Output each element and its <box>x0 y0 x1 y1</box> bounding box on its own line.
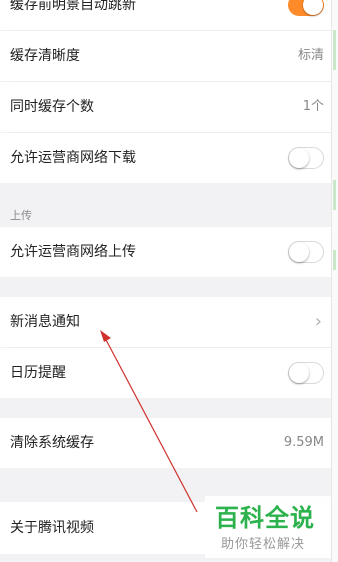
watermark-title: 百科全说 <box>215 504 315 532</box>
settings-screen: 缓存前明景自动跳新 缓存清晰度 标清 同时缓存个数 1个 允许运营商网络下载 上… <box>0 0 332 562</box>
annotation-arrow <box>100 330 198 513</box>
edge-mark <box>333 250 336 270</box>
annotation-arrow-line <box>103 335 198 513</box>
annotation-arrow-head <box>100 330 111 342</box>
watermark-subtitle: 助你轻松解决 <box>221 537 306 552</box>
watermark: 百科全说 助你轻松解决 <box>205 496 332 558</box>
adjacent-window-edge <box>331 0 338 562</box>
edge-mark <box>333 180 336 210</box>
edge-mark <box>333 30 336 70</box>
